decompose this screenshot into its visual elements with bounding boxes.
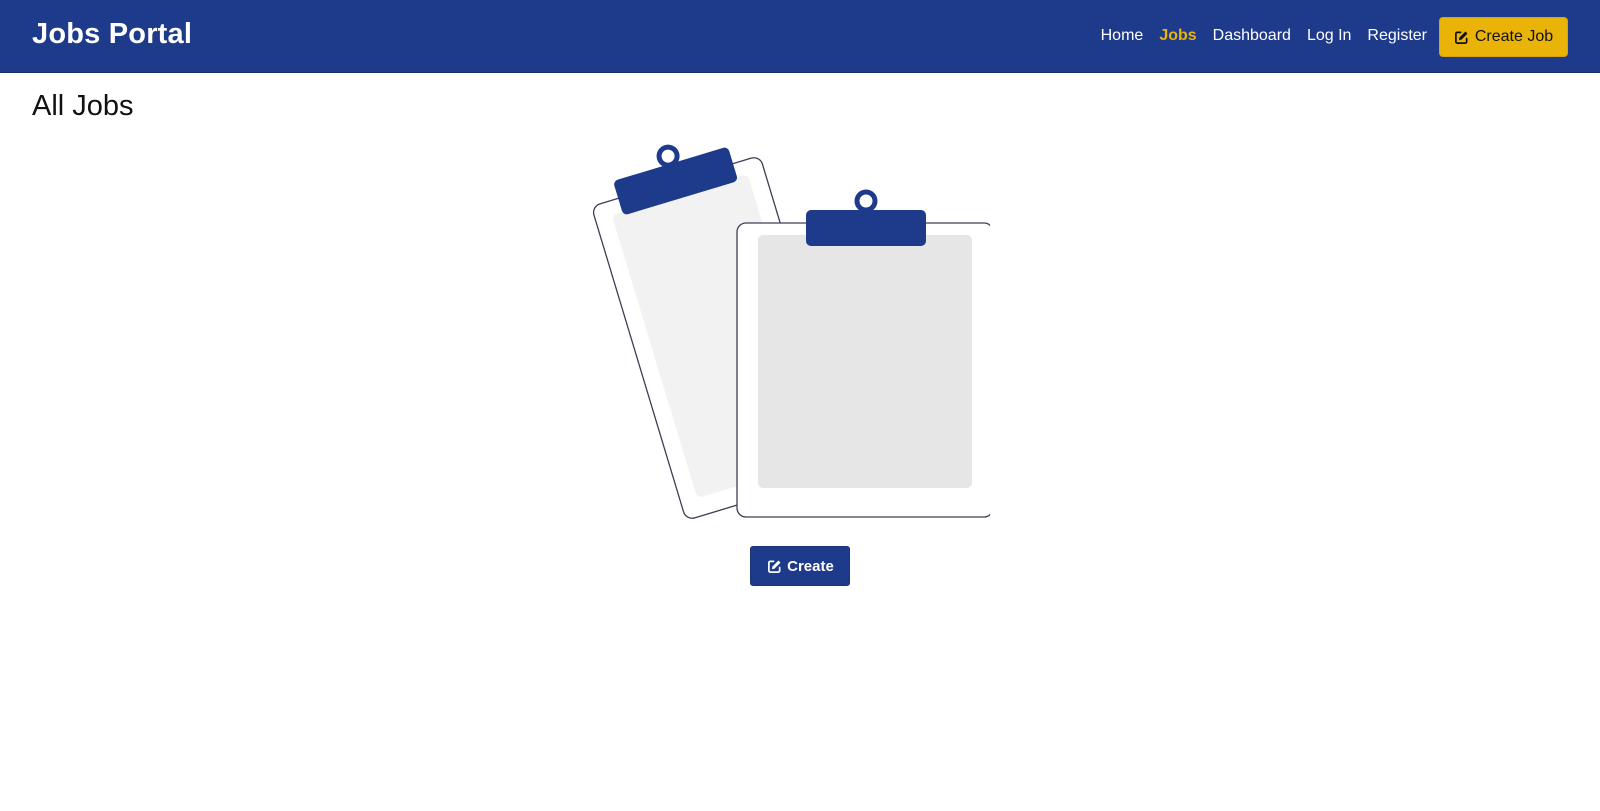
- main-nav: Home Jobs Dashboard Log In Register: [1101, 0, 1427, 72]
- nav-item-register[interactable]: Register: [1367, 27, 1427, 45]
- nav-item-home[interactable]: Home: [1101, 27, 1144, 45]
- edit-icon: [1454, 29, 1470, 45]
- create-job-label: Create Job: [1474, 28, 1554, 45]
- nav-item-dashboard[interactable]: Dashboard: [1213, 27, 1291, 45]
- create-label: Create: [787, 557, 834, 575]
- page-title: All Jobs: [32, 90, 134, 122]
- edit-icon: [766, 558, 782, 574]
- create-job-button[interactable]: Create Job: [1439, 17, 1568, 57]
- nav-item-login[interactable]: Log In: [1307, 27, 1351, 45]
- top-navbar: Jobs Portal Home Jobs Dashboard Log In R…: [0, 0, 1600, 73]
- empty-state-illustration: [590, 130, 994, 520]
- brand-logo-text[interactable]: Jobs Portal: [32, 18, 192, 51]
- create-button[interactable]: Create: [750, 546, 850, 586]
- nav-item-jobs[interactable]: Jobs: [1159, 27, 1196, 45]
- clipboards-illustration: [592, 144, 994, 519]
